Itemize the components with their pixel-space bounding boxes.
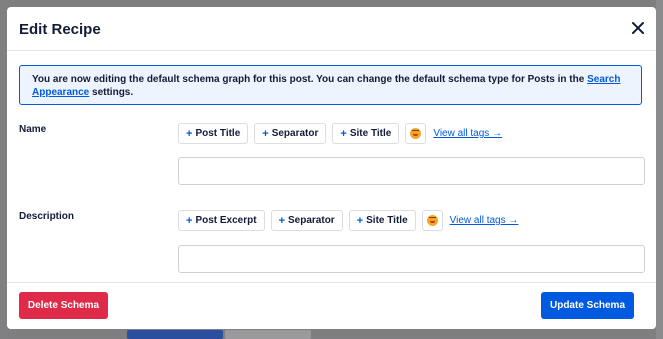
tag-site-title[interactable]: + Site Title bbox=[348, 210, 416, 231]
plus-icon: + bbox=[186, 214, 193, 227]
modal-header: Edit Recipe bbox=[7, 7, 656, 51]
tag-post-excerpt[interactable]: + Post Excerpt bbox=[178, 210, 265, 231]
notice-suffix: settings. bbox=[89, 87, 134, 98]
tag-separator[interactable]: + Separator bbox=[254, 123, 327, 144]
description-input[interactable] bbox=[178, 245, 645, 273]
background-button-secondary bbox=[225, 330, 311, 339]
name-tags: + Post Title + Separator + Site Title View … bbox=[178, 123, 502, 144]
name-input[interactable] bbox=[178, 157, 645, 185]
close-icon[interactable] bbox=[630, 20, 646, 36]
background-page-right bbox=[656, 0, 663, 339]
plus-icon: + bbox=[340, 127, 347, 140]
edit-recipe-modal: Edit Recipe You are now editing the defa… bbox=[7, 7, 656, 329]
tag-separator[interactable]: + Separator bbox=[270, 210, 343, 231]
background-page-left bbox=[0, 0, 7, 339]
plus-icon: + bbox=[278, 214, 286, 227]
view-all-tags-link[interactable]: View all tags → bbox=[450, 215, 519, 226]
name-label: Name bbox=[19, 124, 47, 135]
update-schema-button[interactable]: Update Schema bbox=[541, 292, 634, 319]
emoji-icon[interactable] bbox=[405, 123, 427, 144]
plus-icon: + bbox=[262, 127, 269, 140]
modal-footer: Delete Schema Update Schema bbox=[7, 282, 656, 329]
schema-notice: You are now editing the default schema g… bbox=[19, 65, 642, 105]
background-button bbox=[127, 330, 223, 339]
notice-text: You are now editing the default schema g… bbox=[32, 74, 588, 85]
tag-post-title[interactable]: + Post Title bbox=[178, 123, 249, 144]
delete-schema-button[interactable]: Delete Schema bbox=[19, 292, 108, 319]
plus-icon: + bbox=[186, 127, 193, 140]
description-tags: + Post Excerpt + Separator + Site Title Vie… bbox=[178, 210, 518, 231]
modal-title: Edit Recipe bbox=[19, 21, 101, 38]
emoji-icon[interactable] bbox=[421, 210, 443, 231]
description-label: Description bbox=[19, 211, 75, 222]
plus-icon: + bbox=[356, 214, 364, 227]
tag-site-title[interactable]: + Site Title bbox=[332, 123, 400, 144]
view-all-tags-link[interactable]: View all tags → bbox=[433, 128, 502, 139]
